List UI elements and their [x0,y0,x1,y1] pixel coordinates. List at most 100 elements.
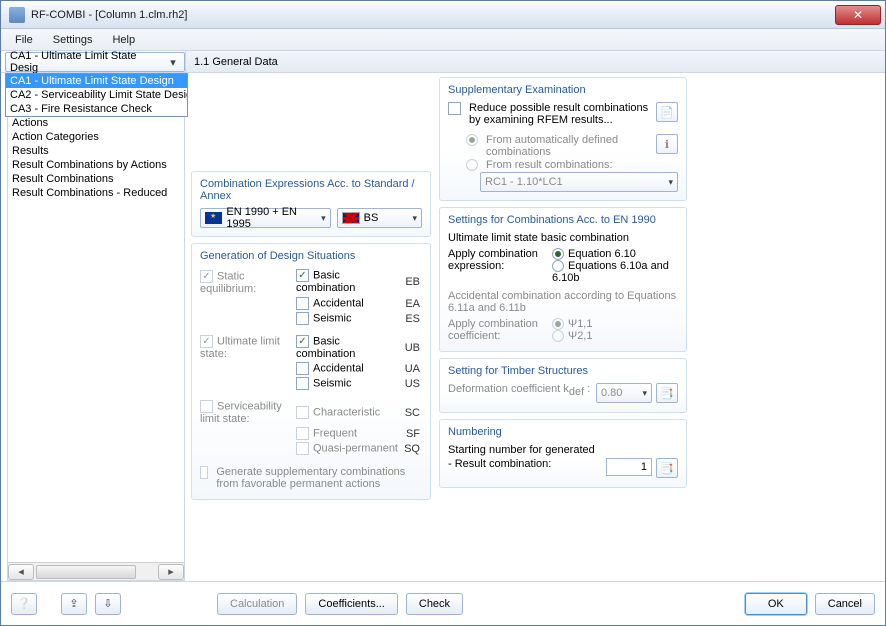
chevron-down-icon: ▾ [642,388,647,399]
import-icon-button[interactable]: ⇪ [61,593,87,615]
group-title: Setting for Timber Structures [448,365,678,377]
auto-comb-label: From automatically defined combinations [486,134,652,158]
tree-node-rc[interactable]: Result Combinations [12,172,180,186]
kdef-dropdown[interactable]: 0.80 ▾ [596,383,652,403]
case-option-ca1[interactable]: CA1 - Ultimate Limit State Design [6,74,187,88]
code-sc: SC [400,399,420,419]
group-title: Numbering [448,426,678,438]
group-generation-situations: Generation of Design Situations Static e… [191,243,431,500]
chevron-down-icon: ▾ [412,213,417,224]
menu-settings[interactable]: Settings [45,32,101,48]
group-combination-expressions: Combination Expressions Acc. to Standard… [191,171,431,237]
psi21-radio [552,330,564,342]
annex-dropdown[interactable]: BS ▾ [337,208,422,228]
group-timber: Setting for Timber Structures Deformatio… [439,358,687,413]
rc-number-input[interactable] [606,458,652,476]
group-title: Settings for Combinations Acc. to EN 199… [448,214,678,226]
from-rc-radio [466,159,478,171]
group-supplementary-examination: Supplementary Examination Reduce possibl… [439,77,687,201]
check-button[interactable]: Check [406,593,463,615]
tree-node-rc-actions[interactable]: Result Combinations by Actions [12,158,180,172]
code-ub: UB [400,334,420,354]
suppl-comb-label: Generate supplementary combinations from… [216,466,422,490]
group-settings-en1990: Settings for Combinations Acc. to EN 199… [439,207,687,352]
sq-checkbox [296,442,309,455]
toolbar: CA1 - Ultimate Limit State Desig ▾ 1.1 G… [1,51,885,73]
coefficients-button[interactable]: Coefficients... [305,593,397,615]
close-button[interactable]: ✕ [835,5,881,25]
case-combo-value: CA1 - Ultimate Limit State Desig [10,50,166,74]
export-icon-button[interactable]: ⇩ [95,593,121,615]
scroll-left-icon[interactable]: ◂ [8,564,34,580]
sf-checkbox [296,427,309,440]
rc-value: RC1 - 1.10*LC1 [485,176,563,188]
us-checkbox[interactable] [296,377,309,390]
rc-number-pick-button[interactable]: 📑 [656,458,678,478]
tree-hscrollbar[interactable]: ◂ ▸ [8,562,184,580]
suppl-comb-checkbox [200,466,208,479]
details-button[interactable]: 📄 [656,102,678,122]
eu-flag-icon [205,212,222,224]
chevron-down-icon: ▾ [668,177,673,188]
case-combo[interactable]: CA1 - Ultimate Limit State Desig ▾ [5,52,185,72]
help-icon-button[interactable]: ❔ [11,593,37,615]
sls-checkbox [200,400,213,413]
info-button[interactable]: ℹ [656,134,678,154]
ok-button[interactable]: OK [745,593,807,615]
chevron-down-icon: ▾ [321,213,326,224]
eq610ab-radio[interactable] [552,260,564,272]
scroll-right-icon[interactable]: ▸ [158,564,184,580]
uls-basic-label: Ultimate limit state basic combination [448,232,678,244]
tree-node-actions[interactable]: Actions [12,116,180,130]
ea-checkbox[interactable] [296,297,309,310]
content: Combination Expressions Acc. to Standard… [191,77,879,581]
menu-file[interactable]: File [7,32,41,48]
cancel-button[interactable]: Cancel [815,593,875,615]
calculation-button[interactable]: Calculation [217,593,297,615]
code-us: US [400,378,420,390]
far-column [695,77,843,581]
titlebar[interactable]: RF-COMBI - [Column 1.clm.rh2] ✕ [1,1,885,29]
tab-title: 1.1 General Data [185,51,885,72]
uk-flag-icon [342,212,360,224]
reduce-checkbox[interactable] [448,102,461,115]
standard-dropdown[interactable]: EN 1990 + EN 1995 ▾ [200,208,331,228]
kdef-pick-button[interactable]: 📑 [656,383,678,403]
apply-coef-label: Apply combination coefficient: [448,318,548,342]
navigator-pane: Actions Action Categories Results Result… [7,77,185,581]
case-option-ca2[interactable]: CA2 - Serviceability Limit State Design [6,88,187,102]
chevron-down-icon: ▾ [166,55,180,69]
code-es: ES [400,313,420,325]
start-label: Starting number for generated [448,444,678,456]
code-sf: SF [400,428,420,440]
ub-checkbox[interactable] [296,335,309,348]
menu-help[interactable]: Help [104,32,143,48]
scroll-thumb[interactable] [36,565,136,579]
psi11-radio [552,318,564,330]
case-dropdown[interactable]: CA1 - Ultimate Limit State Design CA2 - … [5,73,188,117]
group-numbering: Numbering Starting number for generated … [439,419,687,488]
ua-checkbox[interactable] [296,362,309,375]
footer: ❔ ⇪ ⇩ Calculation Coefficients... Check … [1,581,885,625]
tree-node-results[interactable]: Results [12,144,180,158]
tree-node-action-categories[interactable]: Action Categories [12,130,180,144]
navigator-tree[interactable]: Actions Action Categories Results Result… [8,78,184,562]
uls-checkbox [200,335,213,348]
reduce-label: Reduce possible result combinations by e… [469,102,652,126]
sc-checkbox [296,406,309,419]
acc-note: Accidental combination according to Equa… [448,290,678,314]
group-title: Supplementary Examination [448,84,678,96]
es-checkbox[interactable] [296,312,309,325]
tree-node-rc-reduced[interactable]: Result Combinations - Reduced [12,186,180,200]
eq610-radio[interactable] [552,248,564,260]
rc-number-label: - Result combination: [448,458,602,470]
kdef-value: 0.80 [601,387,622,399]
left-column: Combination Expressions Acc. to Standard… [191,77,431,581]
code-eb: EB [400,276,420,288]
app-icon [9,7,25,23]
case-option-ca3[interactable]: CA3 - Fire Resistance Check [6,102,187,116]
group-title: Generation of Design Situations [200,250,422,262]
rc-dropdown: RC1 - 1.10*LC1 ▾ [480,172,678,192]
eb-checkbox[interactable] [296,269,309,282]
auto-comb-radio [466,134,478,146]
